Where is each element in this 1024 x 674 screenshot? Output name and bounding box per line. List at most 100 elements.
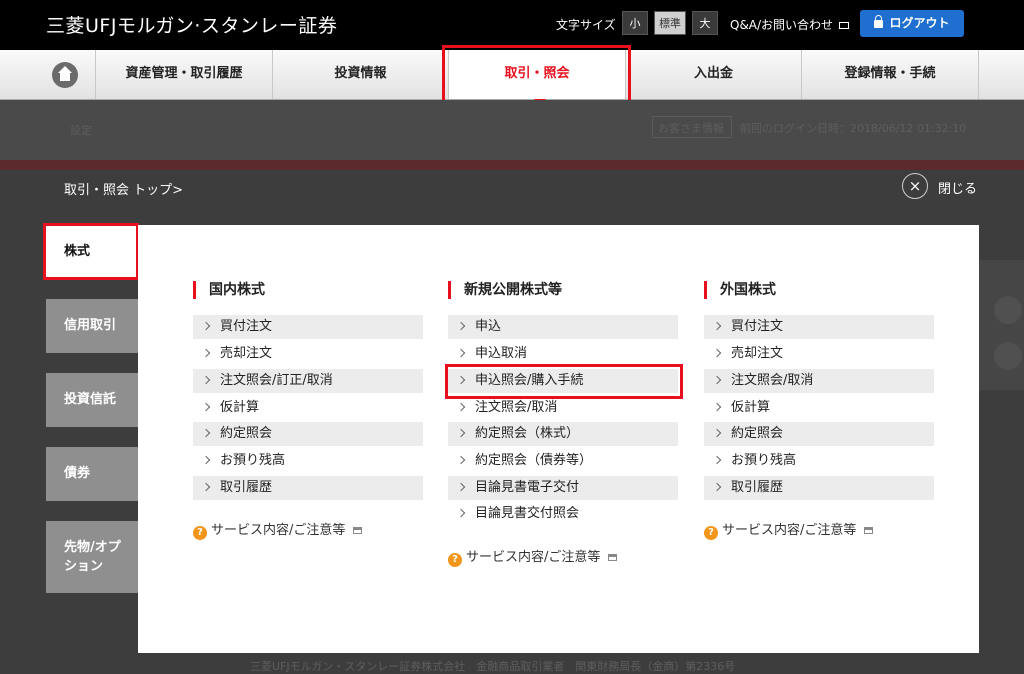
link-provisional-calc[interactable]: 仮計算: [704, 396, 934, 420]
service-notes-label: サービス内容/ご注意等: [211, 523, 346, 538]
side-tab-futures-options[interactable]: 先物/オプ ション: [46, 521, 138, 593]
service-notes-link[interactable]: ? サービス内容/ご注意等: [193, 519, 363, 540]
dimmed-edit-icon: [994, 342, 1022, 370]
link-execution-inquiry-bonds[interactable]: 約定照会（債券等）: [448, 449, 678, 473]
breadcrumb-trade-top[interactable]: 取引・照会 トップ>: [64, 179, 183, 198]
column-title: 外国株式: [704, 281, 776, 299]
link-apply[interactable]: 申込: [448, 315, 678, 339]
dimmed-chat-icon: [994, 296, 1022, 324]
main-nav: 資産管理・取引履歴 投資情報 取引・照会 入出金 登録情報・手続: [0, 50, 1024, 100]
chevron-right-icon: [201, 482, 211, 492]
link-execution-inquiry[interactable]: 約定照会: [193, 422, 423, 446]
link-order-inquiry-cancel[interactable]: 注文照会/取消: [448, 396, 678, 420]
link-order-inquiry[interactable]: 注文照会/訂正/取消: [193, 369, 423, 393]
question-icon: ?: [448, 553, 462, 567]
link-apply-cancel[interactable]: 申込取消: [448, 342, 678, 366]
service-notes-link[interactable]: ? サービス内容/ご注意等: [448, 546, 618, 567]
dimmed-right-panel: [979, 260, 1024, 390]
link-label: 取引履歴: [220, 480, 273, 495]
link-label: 目論見書交付照会: [475, 506, 580, 521]
chevron-right-icon: [456, 428, 466, 438]
link-sell-order[interactable]: 売却注文: [193, 342, 423, 366]
link-trade-history[interactable]: 取引履歴: [193, 476, 423, 500]
side-tab-margin[interactable]: 信用取引: [46, 299, 138, 353]
nav-trade-inquiry[interactable]: 取引・照会: [449, 50, 626, 99]
service-notes-label: サービス内容/ご注意等: [722, 523, 857, 538]
menu-content: 国内株式 買付注文 売却注文 注文照会/訂正/取消 仮計算 約定照会 お預り残高…: [138, 225, 979, 653]
brand-logo[interactable]: 三菱UFJモルガン·スタンレー証券: [46, 11, 337, 38]
home-icon: [52, 62, 78, 88]
close-panel-button[interactable]: × 閉じる: [902, 173, 992, 201]
question-icon: ?: [704, 526, 718, 540]
link-order-inquiry-cancel[interactable]: 注文照会/取消: [704, 369, 934, 393]
link-apply-inquiry-purchase[interactable]: 申込照会/購入手続: [448, 369, 678, 393]
font-size-label: 文字サイズ: [556, 18, 616, 32]
link-prospectus-delivery-inquiry[interactable]: 目論見書交付照会: [448, 502, 678, 526]
link-label: 約定照会: [731, 426, 784, 441]
link-label: お預り残高: [731, 453, 797, 468]
chevron-right-icon: [712, 482, 722, 492]
new-window-icon: [353, 527, 363, 534]
link-label: 仮計算: [220, 400, 260, 415]
dimmed-footer-text: 三菱UFJモルガン・スタンレー証券株式会社 金融商品取引業者 関東財務局長（金商…: [250, 660, 736, 673]
nav-asset-management[interactable]: 資産管理・取引履歴: [96, 50, 273, 99]
column-title: 国内株式: [193, 281, 265, 299]
side-tab-stocks[interactable]: 株式: [46, 225, 140, 279]
link-label: 取引履歴: [731, 480, 784, 495]
chevron-right-icon: [712, 321, 722, 331]
chevron-right-icon: [712, 428, 722, 438]
chevron-right-icon: [712, 455, 722, 465]
link-label: 約定照会（株式）: [475, 426, 580, 441]
link-execution-inquiry[interactable]: 約定照会: [704, 422, 934, 446]
font-size-large-button[interactable]: 大: [692, 11, 718, 35]
service-notes-link[interactable]: ? サービス内容/ご注意等: [704, 519, 874, 540]
font-size-normal-button[interactable]: 標準: [654, 11, 686, 35]
nav-deposit-withdrawal[interactable]: 入出金: [626, 50, 802, 99]
chevron-right-icon: [201, 402, 211, 412]
link-label: 注文照会/取消: [731, 373, 814, 388]
chevron-right-icon: [712, 348, 722, 358]
link-label: お預り残高: [220, 453, 286, 468]
link-label: 注文照会/訂正/取消: [220, 373, 333, 388]
side-tab-funds[interactable]: 投資信託: [46, 373, 138, 427]
dimmed-divider: [0, 160, 1024, 170]
link-label: 申込照会/購入手続: [475, 373, 584, 388]
logout-label: ログアウト: [889, 16, 950, 30]
link-trade-history[interactable]: 取引履歴: [704, 476, 934, 500]
link-label: 売却注文: [220, 346, 273, 361]
new-window-icon: [864, 527, 874, 534]
link-label: 申込: [475, 319, 502, 334]
link-holdings[interactable]: お預り残高: [193, 449, 423, 473]
chevron-right-icon: [456, 375, 466, 385]
link-label: 売却注文: [731, 346, 784, 361]
close-label: 閉じる: [938, 182, 978, 197]
link-label: 約定照会（債券等）: [475, 453, 593, 468]
nav-investment-info[interactable]: 投資情報: [273, 50, 449, 99]
qa-contact-link[interactable]: Q&A/お問い合わせ: [730, 16, 850, 33]
top-header: 三菱UFJモルガン·スタンレー証券 文字サイズ 小 標準 大 Q&A/お問い合わ…: [0, 0, 1024, 50]
settings-link: 設定: [70, 124, 92, 137]
link-holdings[interactable]: お預り残高: [704, 449, 934, 473]
link-buy-order[interactable]: 買付注文: [704, 315, 934, 339]
side-tab-bonds[interactable]: 債券: [46, 447, 138, 501]
font-size-small-button[interactable]: 小: [622, 11, 648, 35]
chevron-right-icon: [201, 455, 211, 465]
home-button[interactable]: [0, 50, 96, 99]
customer-info-label: お客さま情報: [658, 122, 724, 135]
nav-registration[interactable]: 登録情報・手続: [802, 50, 979, 99]
link-label: 約定照会: [220, 426, 273, 441]
link-buy-order[interactable]: 買付注文: [193, 315, 423, 339]
chevron-right-icon: [456, 348, 466, 358]
close-icon: ×: [902, 173, 928, 199]
qa-contact-label: Q&A/お問い合わせ: [730, 18, 834, 32]
link-label: 仮計算: [731, 400, 771, 415]
link-label: 注文照会/取消: [475, 400, 558, 415]
link-sell-order[interactable]: 売却注文: [704, 342, 934, 366]
link-provisional-calc[interactable]: 仮計算: [193, 396, 423, 420]
lock-icon: [874, 15, 884, 28]
question-icon: ?: [193, 526, 207, 540]
link-prospectus-e-delivery[interactable]: 目論見書電子交付: [448, 476, 678, 500]
logout-button[interactable]: ログアウト: [860, 10, 964, 37]
service-notes-label: サービス内容/ご注意等: [466, 550, 601, 565]
link-execution-inquiry-stocks[interactable]: 約定照会（株式）: [448, 422, 678, 446]
